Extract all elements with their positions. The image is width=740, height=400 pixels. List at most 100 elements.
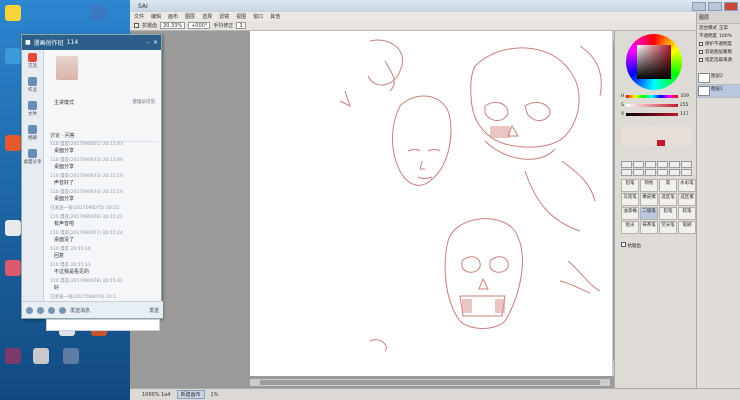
sidebar-item-album[interactable]: 相册 [22, 122, 43, 146]
brush-15[interactable]: 笔刷 [678, 221, 696, 234]
mode-right-link[interactable]: 管理员可见 [133, 99, 156, 105]
clipping-row[interactable]: 剪贴图层蒙版 [697, 48, 740, 56]
brush-0[interactable]: 铅笔 [621, 179, 639, 192]
desktop-icon-10[interactable] [30, 348, 52, 366]
menu-other[interactable]: 其他 [270, 13, 280, 20]
zoom-field[interactable]: 30.33% [160, 22, 186, 29]
send-button[interactable]: 发送 [149, 307, 163, 314]
brush-13[interactable]: 抹茶笔 [640, 221, 658, 234]
color-swatch[interactable] [684, 126, 692, 132]
selection-source-row[interactable]: 指定选取来源 [697, 56, 740, 64]
canvas-tab[interactable]: 新建画布 [176, 390, 205, 399]
selection-source-checkbox[interactable] [699, 58, 703, 62]
chat-input[interactable] [46, 319, 160, 331]
color-swatch[interactable] [666, 140, 674, 146]
close-button[interactable] [724, 1, 738, 11]
desktop-icon-1[interactable] [2, 5, 24, 23]
brush-7[interactable]: 选区擦 [678, 193, 696, 206]
send-message-label[interactable]: 发送消息 [70, 307, 90, 314]
brush-3[interactable]: 水彩笔 [678, 179, 696, 192]
mic-icon[interactable] [48, 306, 55, 314]
minimize-button[interactable] [692, 1, 706, 11]
color-swatch[interactable] [639, 133, 647, 139]
tool-button[interactable] [645, 169, 656, 176]
color-swatch[interactable] [666, 126, 674, 132]
sidebar-item-files[interactable]: 文件 [22, 98, 43, 122]
panel-antialias-checkbox[interactable] [621, 242, 626, 247]
tool-button[interactable] [657, 161, 668, 168]
brush-2[interactable]: 笔 [659, 179, 677, 192]
menu-filter[interactable]: 滤镜 [219, 13, 229, 20]
brush-10[interactable]: 铅笔 [659, 207, 677, 220]
desktop-icon-2[interactable] [88, 5, 110, 23]
tool-button[interactable] [681, 161, 692, 168]
tool-button[interactable] [621, 169, 632, 176]
stabilizer-select[interactable]: 3 [236, 22, 246, 29]
sidebar-item-chat[interactable]: 交流 [22, 50, 43, 74]
tool-button[interactable] [645, 161, 656, 168]
menu-file[interactable]: 文件 [134, 13, 144, 20]
layer-item[interactable]: 图层2 [697, 72, 740, 85]
menu-view[interactable]: 视图 [236, 13, 246, 20]
value-slider[interactable]: V 117 [621, 112, 693, 117]
maximize-button[interactable] [708, 1, 722, 11]
tool-icons[interactable] [621, 161, 693, 176]
color-swatch[interactable] [675, 126, 683, 132]
horizontal-scrollbar[interactable] [250, 379, 610, 386]
menu-edit[interactable]: 编辑 [151, 13, 161, 20]
brush-8[interactable]: 油漆桶 [621, 207, 639, 220]
close-icon[interactable]: × [153, 39, 158, 46]
color-wheel[interactable] [626, 34, 682, 90]
drawing-canvas[interactable] [250, 31, 612, 376]
menu-layer[interactable]: 图层 [185, 13, 195, 20]
tool-button[interactable] [669, 169, 680, 176]
color-swatch[interactable] [684, 140, 692, 146]
color-swatch[interactable] [684, 133, 692, 139]
protect-opacity-row[interactable]: 保护不透明度 [697, 40, 740, 48]
tool-button[interactable] [621, 161, 632, 168]
hue-slider[interactable]: H 359 [621, 94, 693, 99]
clipping-checkbox[interactable] [699, 50, 703, 54]
color-swatch[interactable] [675, 140, 683, 146]
color-swatch[interactable] [648, 126, 656, 132]
avatar[interactable] [56, 56, 78, 80]
color-swatch[interactable] [621, 140, 629, 146]
saturation-slider[interactable]: S 255 [621, 103, 693, 108]
sv-square[interactable] [637, 45, 671, 79]
brush-1[interactable]: 喷枪 [640, 179, 658, 192]
antialias-checkbox[interactable] [134, 23, 139, 28]
menu-canvas[interactable]: 画布 [168, 13, 178, 20]
opacity-row[interactable]: 不透明度 100% [697, 32, 740, 40]
color-swatch[interactable] [657, 133, 665, 139]
message-list[interactable]: 110 漫友(2017090001) 20:15:03 桌面分享 110 漫友(20… [50, 141, 160, 311]
desktop-icon-11[interactable] [60, 348, 82, 366]
desktop-icon-9[interactable] [2, 348, 24, 366]
tool-button[interactable] [669, 161, 680, 168]
color-swatch[interactable] [630, 126, 638, 132]
layer-item-selected[interactable]: 图层1 [697, 85, 740, 98]
brush-6[interactable]: 选区笔 [659, 193, 677, 206]
angle-field[interactable]: +000° [188, 22, 211, 29]
menu-window[interactable]: 窗口 [253, 13, 263, 20]
image-icon[interactable] [37, 306, 44, 314]
emoji-icon[interactable] [26, 306, 33, 314]
color-swatch[interactable] [639, 126, 647, 132]
panel-antialias[interactable]: 抗锯齿 [621, 242, 641, 249]
minimize-icon[interactable]: – [147, 39, 150, 46]
menu-select[interactable]: 选择 [202, 13, 212, 20]
tool-button[interactable] [633, 169, 644, 176]
brush-9[interactable]: 二值笔 [640, 207, 658, 220]
color-swatch[interactable] [639, 140, 647, 146]
screenshot-icon[interactable] [59, 306, 66, 314]
hscroll-thumb[interactable] [260, 380, 600, 385]
tool-button[interactable] [681, 169, 692, 176]
color-swatch[interactable] [666, 133, 674, 139]
color-swatch[interactable] [648, 133, 656, 139]
tool-button[interactable] [657, 169, 668, 176]
color-swatch[interactable] [657, 140, 665, 146]
brush-grid[interactable]: 铅笔 喷枪笔水彩笔 马克笔 橡皮擦 选区笔 选区擦 油漆桶 二值笔 铅笔 软笔 指尖 抹茶笔 荧光笔 笔刷 [621, 179, 696, 234]
brush-14[interactable]: 荧光笔 [659, 221, 677, 234]
color-swatch[interactable] [675, 133, 683, 139]
color-swatch[interactable] [630, 140, 638, 146]
swatch-palette[interactable] [621, 126, 692, 146]
